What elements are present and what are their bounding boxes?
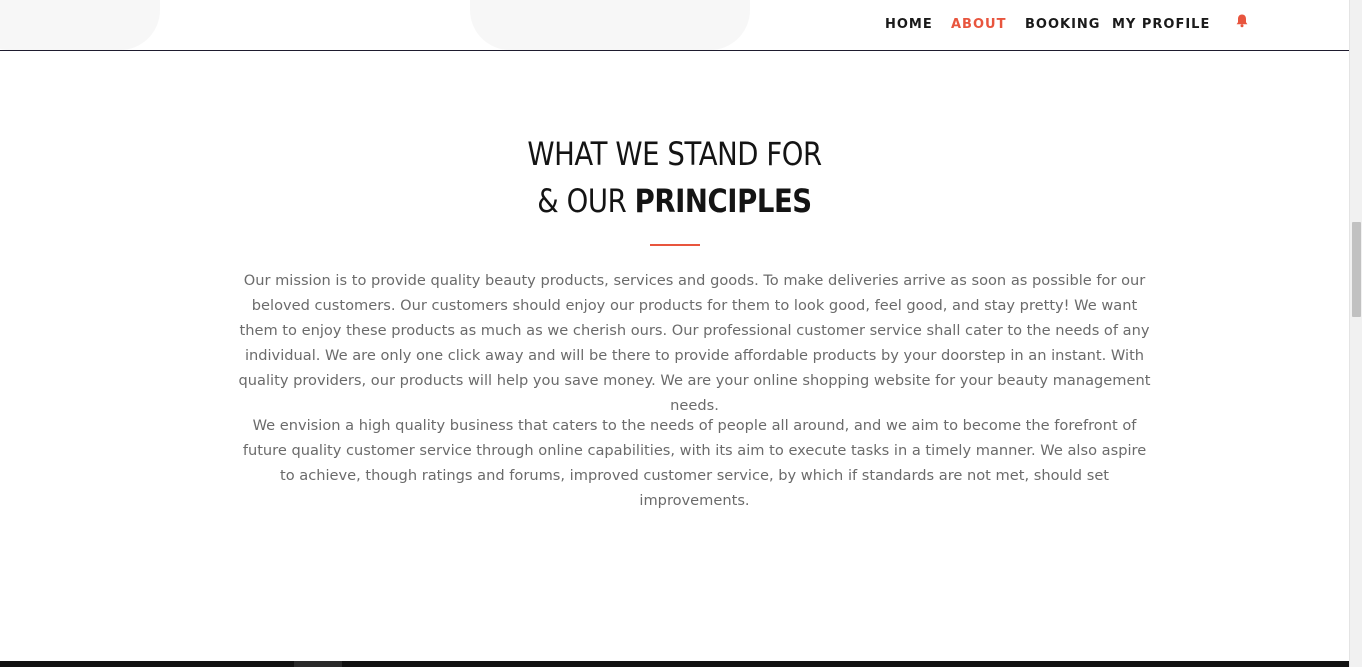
page: HOME ABOUT BOOKING MY PROFILE WHAT WE ST… — [0, 0, 1349, 667]
vision-paragraph: We envision a high quality business that… — [242, 417, 1147, 509]
nav-about[interactable]: ABOUT — [951, 17, 1006, 32]
header-background-image — [0, 0, 160, 50]
section-title-line1: WHAT WE STAND FOR — [527, 135, 822, 173]
header-background-image — [470, 0, 750, 50]
site-header: HOME ABOUT BOOKING MY PROFILE — [0, 0, 1349, 51]
page-scrollbar[interactable] — [1349, 0, 1362, 667]
title-divider — [650, 244, 700, 246]
nav-booking[interactable]: BOOKING — [1025, 17, 1100, 32]
bell-icon[interactable] — [1234, 13, 1250, 29]
section-title-prefix: & OUR — [537, 182, 635, 220]
section-title-bold: PRINCIPLES — [634, 182, 813, 220]
nav-my-profile[interactable]: MY PROFILE — [1112, 17, 1210, 32]
section-title-line2: & OUR PRINCIPLES — [94, 182, 1254, 220]
footer-strip — [0, 661, 1349, 667]
scrollbar-thumb[interactable] — [1352, 222, 1361, 317]
footer-image-edge — [294, 661, 342, 667]
nav-home[interactable]: HOME — [885, 17, 933, 32]
mission-paragraph: Our mission is to provide quality beauty… — [238, 272, 1151, 414]
